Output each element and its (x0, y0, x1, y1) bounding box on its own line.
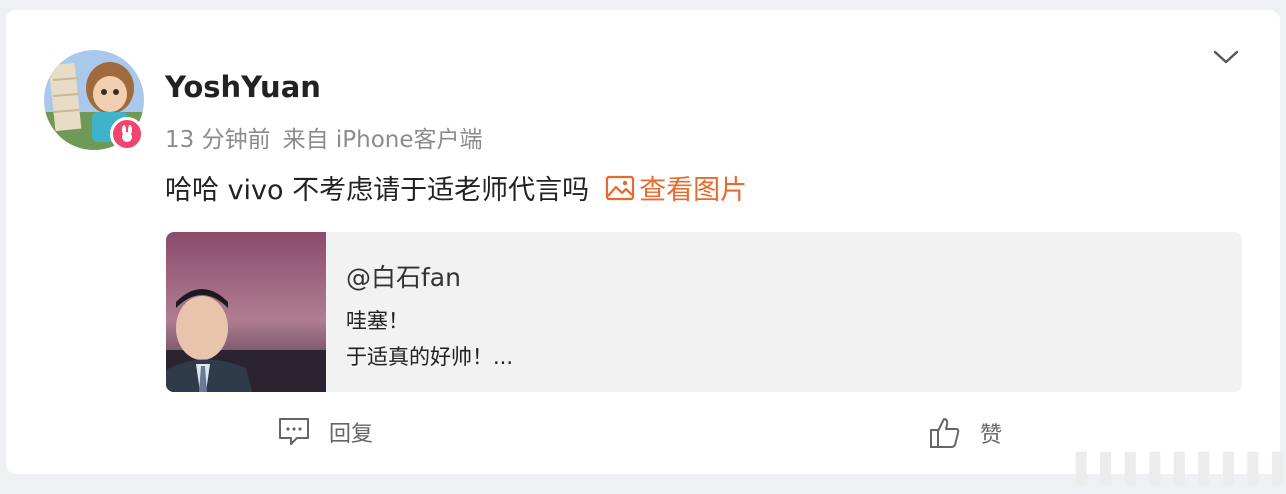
quoted-post[interactable]: @白石fan 哇塞！ 于适真的好帅！... (166, 232, 1242, 392)
like-button[interactable]: 赞 (928, 416, 1002, 450)
post-meta: 13 分钟前 来自 iPhone客户端 (165, 120, 483, 154)
vip-rabbit-badge-icon (110, 117, 144, 151)
reply-label: 回复 (329, 422, 374, 447)
comment-icon (279, 418, 309, 445)
chevron-down-icon[interactable] (1212, 46, 1240, 68)
username[interactable]: YoshYuan (165, 70, 321, 104)
post-source: 来自 iPhone客户端 (282, 127, 483, 153)
like-label: 赞 (980, 423, 1003, 448)
timestamp: 13 分钟前 (165, 127, 271, 153)
view-image-label: 查看图片 (639, 175, 748, 206)
thumbs-up-icon (930, 418, 960, 448)
reply-button[interactable]: 回复 (277, 416, 373, 448)
quoted-text-line-1: 哇塞！ (346, 309, 409, 333)
quoted-author[interactable]: @白石fan (346, 258, 461, 294)
watermark: ▌▌▌▌▌▌▌▌▌ (1076, 452, 1286, 485)
post-body: 哈哈 vivo 不考虑请于适老师代言吗 查看图片 (165, 168, 747, 207)
view-image-link[interactable]: 查看图片 (605, 168, 747, 207)
image-icon (606, 175, 635, 200)
post-text: 哈哈 vivo 不考虑请于适老师代言吗 (165, 175, 590, 206)
quoted-text-line-2: 于适真的好帅！... (346, 345, 514, 369)
quoted-post-photo (166, 232, 326, 392)
